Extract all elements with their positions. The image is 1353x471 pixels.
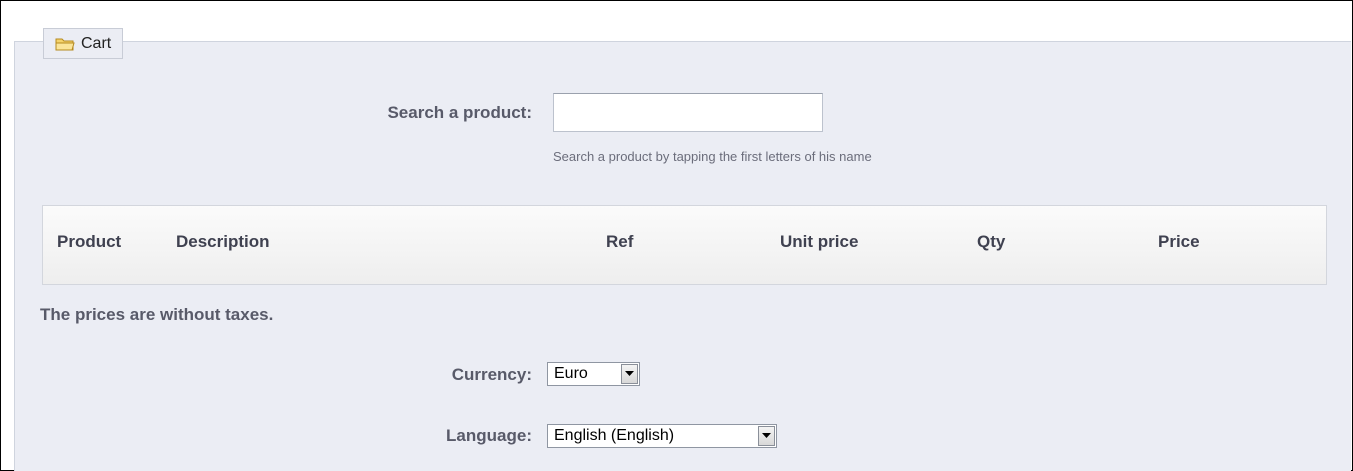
language-label: Language: bbox=[446, 426, 532, 445]
currency-select[interactable]: Euro bbox=[547, 362, 640, 386]
column-header-price: Price bbox=[1158, 232, 1200, 251]
chevron-down-icon[interactable] bbox=[758, 426, 775, 446]
folder-icon bbox=[55, 36, 75, 52]
language-selected-value: English (English) bbox=[554, 427, 675, 444]
search-hint: Search a product by tapping the first le… bbox=[553, 149, 872, 164]
search-product-label: Search a product: bbox=[387, 103, 532, 122]
tax-notice: The prices are without taxes. bbox=[40, 305, 274, 324]
cart-legend-label: Cart bbox=[81, 34, 112, 52]
column-header-ref: Ref bbox=[606, 232, 634, 251]
column-header-description: Description bbox=[176, 232, 270, 251]
search-product-input[interactable] bbox=[553, 93, 823, 132]
currency-selected-value: Euro bbox=[554, 365, 588, 382]
currency-label: Currency: bbox=[451, 365, 532, 384]
cart-legend: Cart bbox=[43, 28, 124, 59]
column-header-product: Product bbox=[57, 232, 122, 251]
chevron-down-icon[interactable] bbox=[621, 364, 638, 384]
language-select[interactable]: English (English) bbox=[547, 424, 777, 448]
column-header-unit-price: Unit price bbox=[780, 232, 859, 251]
column-header-qty: Qty bbox=[977, 232, 1006, 251]
